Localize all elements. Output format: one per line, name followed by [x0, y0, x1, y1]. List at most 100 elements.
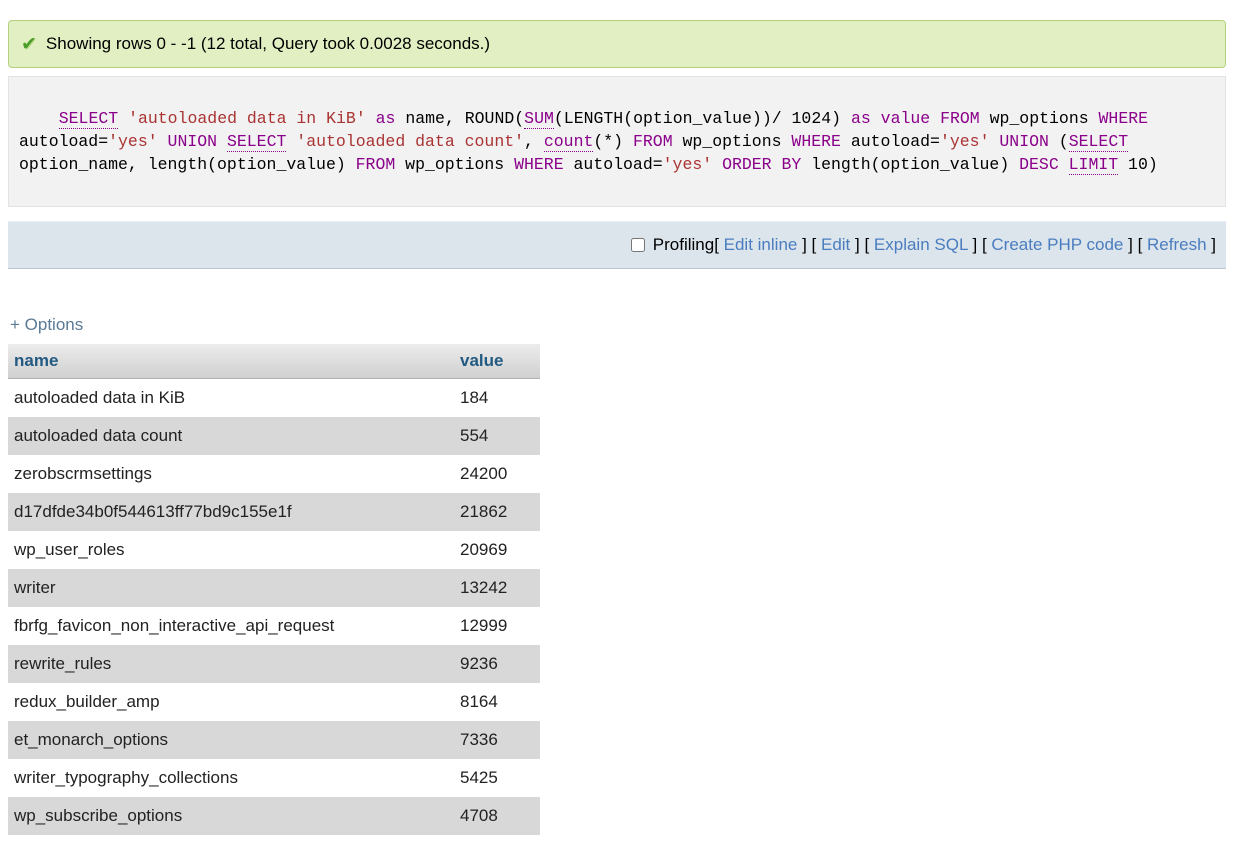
- sql-token: (: [1049, 132, 1069, 151]
- cell-value: 12999: [454, 607, 540, 645]
- toolbar-link-edit-inline[interactable]: Edit inline: [724, 235, 798, 254]
- table-row: writer13242: [8, 569, 540, 607]
- table-header-row: namevalue: [8, 344, 540, 379]
- sql-token: wp_options: [395, 155, 514, 174]
- table-row: writer_typography_collections5425: [8, 759, 540, 797]
- sql-token: [712, 155, 722, 174]
- sql-token: [871, 109, 881, 128]
- cell-name: redux_builder_amp: [8, 683, 454, 721]
- cell-value: 7336: [454, 721, 540, 759]
- sql-token: (LENGTH(option_value))/ 1024): [554, 109, 851, 128]
- cell-name: et_monarch_options: [8, 721, 454, 759]
- toolbar-links: [ Edit inline ] [ Edit ] [ Explain SQL ]…: [714, 235, 1216, 255]
- table-row: autoloaded data in KiB184: [8, 379, 540, 418]
- sql-token: as: [851, 109, 871, 128]
- sql-token: UNION: [999, 132, 1049, 151]
- table-row: zerobscrmsettings24200: [8, 455, 540, 493]
- sql-token: FROM: [940, 109, 980, 128]
- toolbar-link-edit[interactable]: Edit: [821, 235, 850, 254]
- cell-value: 9236: [454, 645, 540, 683]
- success-message: ✔ Showing rows 0 - -1 (12 total, Query t…: [8, 20, 1226, 68]
- cell-value: 184: [454, 379, 540, 418]
- cell-name: autoloaded data in KiB: [8, 379, 454, 418]
- sql-token: [989, 132, 999, 151]
- column-header-name[interactable]: name: [8, 344, 454, 379]
- table-row: d17dfde34b0f544613ff77bd9c155e1f21862: [8, 493, 540, 531]
- cell-value: 21862: [454, 493, 540, 531]
- toolbar-link-refresh[interactable]: Refresh: [1147, 235, 1207, 254]
- sql-token: [286, 132, 296, 151]
- sql-query-box: SELECT 'autoloaded data in KiB' as name,…: [8, 76, 1226, 207]
- sql-keyword-link[interactable]: SELECT: [227, 132, 286, 152]
- sql-token: 'autoloaded data count': [296, 132, 524, 151]
- cell-value: 4708: [454, 797, 540, 835]
- sql-token: ,: [524, 132, 544, 151]
- sql-token: as: [376, 109, 396, 128]
- sql-token: value: [881, 109, 931, 128]
- profiling-checkbox[interactable]: [631, 238, 645, 252]
- cell-value: 24200: [454, 455, 540, 493]
- success-check-icon: ✔: [21, 35, 37, 54]
- sql-token: 10): [1118, 155, 1158, 174]
- cell-name: writer_typography_collections: [8, 759, 454, 797]
- sql-keyword-link[interactable]: count: [544, 132, 594, 152]
- cell-name: writer: [8, 569, 454, 607]
- sql-token: (*): [593, 132, 633, 151]
- sql-token: WHERE: [514, 155, 564, 174]
- cell-value: 13242: [454, 569, 540, 607]
- sql-token: [118, 109, 128, 128]
- sql-token: DESC: [1019, 155, 1059, 174]
- success-message-text: Showing rows 0 - -1 (12 total, Query too…: [46, 34, 490, 54]
- sql-keyword-link[interactable]: SELECT: [1069, 132, 1128, 152]
- sql-token: wp_options: [980, 109, 1099, 128]
- sql-token: WHERE: [1099, 109, 1149, 128]
- cell-name: wp_subscribe_options: [8, 797, 454, 835]
- sql-token: length(option_value): [801, 155, 1019, 174]
- table-row: rewrite_rules9236: [8, 645, 540, 683]
- sql-token: autoload=: [841, 132, 940, 151]
- sql-token: name, ROUND(: [395, 109, 524, 128]
- sql-token: wp_options: [673, 132, 792, 151]
- query-results-page: ✔ Showing rows 0 - -1 (12 total, Query t…: [0, 0, 1234, 842]
- column-header-value[interactable]: value: [454, 344, 540, 379]
- sql-token: ORDER BY: [722, 155, 801, 174]
- sql-token: [158, 132, 168, 151]
- cell-value: 8164: [454, 683, 540, 721]
- sql-token: WHERE: [791, 132, 841, 151]
- cell-value: 554: [454, 417, 540, 455]
- sql-token: [217, 132, 227, 151]
- cell-value: 5425: [454, 759, 540, 797]
- results-table: namevalue autoloaded data in KiB184autol…: [8, 344, 540, 835]
- cell-name: wp_user_roles: [8, 531, 454, 569]
- cell-name: zerobscrmsettings: [8, 455, 454, 493]
- sql-token: option_name, length(option_value): [19, 155, 356, 174]
- sql-token: autoload=: [564, 155, 663, 174]
- sql-token: [366, 109, 376, 128]
- table-row: fbrfg_favicon_non_interactive_api_reques…: [8, 607, 540, 645]
- sql-keyword-link[interactable]: LIMIT: [1069, 155, 1119, 175]
- query-toolbar: Profiling [ Edit inline ] [ Edit ] [ Exp…: [8, 221, 1226, 269]
- sql-token: 'yes': [940, 132, 990, 151]
- table-row: wp_subscribe_options4708: [8, 797, 540, 835]
- sql-token: FROM: [356, 155, 396, 174]
- sql-token: 'yes': [663, 155, 713, 174]
- sql-token: autoload=: [19, 132, 108, 151]
- cell-name: d17dfde34b0f544613ff77bd9c155e1f: [8, 493, 454, 531]
- sql-token: 'yes': [108, 132, 158, 151]
- toolbar-link-create-php-code[interactable]: Create PHP code: [991, 235, 1123, 254]
- toolbar-link-explain-sql[interactable]: Explain SQL: [874, 235, 968, 254]
- options-toggle-link[interactable]: + Options: [10, 315, 83, 335]
- table-row: wp_user_roles20969: [8, 531, 540, 569]
- cell-name: fbrfg_favicon_non_interactive_api_reques…: [8, 607, 454, 645]
- cell-name: autoloaded data count: [8, 417, 454, 455]
- sql-token: 'autoloaded data in KiB': [128, 109, 366, 128]
- sql-keyword-link[interactable]: SELECT: [59, 109, 118, 129]
- cell-name: rewrite_rules: [8, 645, 454, 683]
- table-row: autoloaded data count554: [8, 417, 540, 455]
- sql-token: [930, 109, 940, 128]
- table-row: redux_builder_amp8164: [8, 683, 540, 721]
- table-row: et_monarch_options7336: [8, 721, 540, 759]
- sql-token: UNION: [168, 132, 218, 151]
- cell-value: 20969: [454, 531, 540, 569]
- sql-keyword-link[interactable]: SUM: [524, 109, 554, 129]
